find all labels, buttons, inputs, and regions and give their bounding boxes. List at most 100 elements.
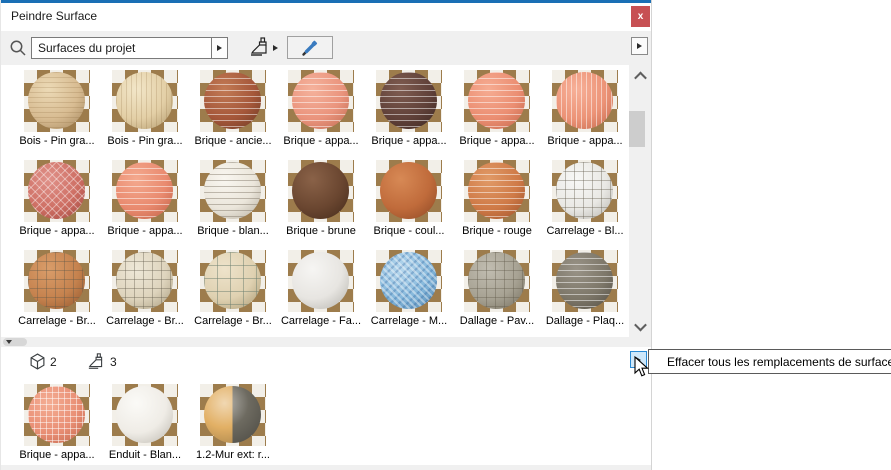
surface-item[interactable]: Brique - ancie... <box>189 70 277 147</box>
surface-item[interactable]: Brique - brune <box>277 160 365 237</box>
surface-label: Brique - appa... <box>107 225 183 237</box>
right-triangle-icon <box>637 43 642 49</box>
material-sphere <box>204 72 261 129</box>
surface-label: Brique - appa... <box>371 135 447 147</box>
surface-item[interactable]: Carrelage - Br... <box>101 250 189 327</box>
model-surfaces-count: 2 <box>50 354 57 369</box>
surface-label: Bois - Pin gra... <box>19 135 95 147</box>
surface-item[interactable]: Bois - Pin gra... <box>101 70 189 147</box>
search-icon <box>9 39 27 62</box>
surface-label: Carrelage - Br... <box>18 315 96 327</box>
surface-thumbnail[interactable] <box>464 160 530 222</box>
eyedropper-button[interactable] <box>287 36 333 59</box>
surface-item[interactable]: Dallage - Plaq... <box>541 250 629 327</box>
right-triangle-icon <box>217 45 222 51</box>
surface-item[interactable]: Bois - Pin gra... <box>13 70 101 147</box>
surface-catalog-list: Bois - Pin gra... Bois - Pin gra... Briq… <box>1 65 651 337</box>
surface-thumbnail[interactable] <box>112 160 178 222</box>
surface-thumbnail[interactable] <box>200 384 266 446</box>
surface-thumbnail[interactable] <box>112 70 178 132</box>
surface-thumbnail[interactable] <box>464 250 530 312</box>
surface-item[interactable]: Brique - appa... <box>101 160 189 237</box>
surface-item[interactable]: 1.2-Mur ext: r... <box>189 384 277 461</box>
screen: Peindre Surface x Surfaces du projet Boi… <box>0 0 891 470</box>
surface-item[interactable]: Carrelage - Br... <box>13 250 101 327</box>
surface-item[interactable]: Carrelage - Br... <box>189 250 277 327</box>
surface-thumbnail[interactable] <box>112 250 178 312</box>
splitter-handle[interactable] <box>3 338 27 346</box>
surface-thumbnail[interactable] <box>24 70 90 132</box>
material-sphere <box>380 162 437 219</box>
surface-thumbnail[interactable] <box>24 384 90 446</box>
vertical-scrollbar[interactable] <box>629 65 651 337</box>
surface-item[interactable]: Brique - appa... <box>13 160 101 237</box>
surface-item[interactable]: Dallage - Pav... <box>453 250 541 327</box>
material-sphere <box>556 252 613 309</box>
peindre-surface-dialog: Peindre Surface x Surfaces du projet Boi… <box>0 0 652 470</box>
dialog-title: Peindre Surface <box>11 9 98 23</box>
surface-thumbnail[interactable] <box>552 250 618 312</box>
surface-label: Carrelage - Br... <box>194 315 272 327</box>
surface-thumbnail[interactable] <box>200 160 266 222</box>
surface-item[interactable]: Brique - blan... <box>189 160 277 237</box>
scroll-up-button[interactable] <box>629 67 651 85</box>
surface-item[interactable]: Brique - appa... <box>365 70 453 147</box>
used-surfaces-grid: Brique - appa... Enduit - Blan... 1.2-Mu… <box>1 377 651 461</box>
surface-thumbnail[interactable] <box>376 70 442 132</box>
material-sphere <box>204 252 261 309</box>
surface-label: 1.2-Mur ext: r... <box>196 449 270 461</box>
toolbar-expand-button[interactable] <box>631 37 648 55</box>
cube-icon <box>30 353 45 370</box>
surface-item[interactable]: Brique - appa... <box>541 70 629 147</box>
close-button[interactable]: x <box>631 6 650 27</box>
surface-label: Brique - appa... <box>547 135 623 147</box>
surface-thumbnail[interactable] <box>464 70 530 132</box>
paintbrush-icon[interactable] <box>249 37 271 62</box>
material-sphere <box>116 386 173 443</box>
surface-item[interactable]: Carrelage - Fa... <box>277 250 365 327</box>
surface-thumbnail[interactable] <box>24 250 90 312</box>
surface-thumbnail[interactable] <box>552 70 618 132</box>
surface-item[interactable]: Brique - appa... <box>277 70 365 147</box>
material-sphere <box>468 72 525 129</box>
painted-surfaces-count: 3 <box>110 354 117 369</box>
surface-item[interactable]: Brique - rouge <box>453 160 541 237</box>
surface-grid: Bois - Pin gra... Bois - Pin gra... Briq… <box>1 65 651 327</box>
surface-label: Dallage - Pav... <box>459 315 535 327</box>
surface-item[interactable]: Enduit - Blan... <box>101 384 189 461</box>
surface-thumbnail[interactable] <box>288 160 354 222</box>
tooltip: Effacer tous les remplacements de surfac… <box>648 349 891 374</box>
surface-item[interactable]: Brique - coul... <box>365 160 453 237</box>
material-sphere <box>292 162 349 219</box>
surface-item[interactable]: Brique - appa... <box>453 70 541 147</box>
surface-item[interactable]: Brique - appa... <box>13 384 101 461</box>
surface-item[interactable]: Carrelage - Bl... <box>541 160 629 237</box>
search-dropdown-button[interactable] <box>211 37 228 59</box>
material-sphere <box>28 386 85 443</box>
panel-splitter[interactable] <box>1 337 651 347</box>
material-sphere <box>204 162 261 219</box>
surface-label: Brique - ancie... <box>194 135 272 147</box>
surface-thumbnail[interactable] <box>112 384 178 446</box>
surface-thumbnail[interactable] <box>200 250 266 312</box>
search-input[interactable] <box>31 37 211 59</box>
surface-thumbnail[interactable] <box>24 160 90 222</box>
scroll-down-button[interactable] <box>629 317 651 335</box>
surface-item[interactable]: Carrelage - M... <box>365 250 453 327</box>
surface-thumbnail[interactable] <box>200 70 266 132</box>
used-surfaces-list: Brique - appa... Enduit - Blan... 1.2-Mu… <box>1 377 651 465</box>
surface-thumbnail[interactable] <box>288 250 354 312</box>
surface-thumbnail[interactable] <box>552 160 618 222</box>
surface-label: Carrelage - Bl... <box>546 225 624 237</box>
surface-thumbnail[interactable] <box>288 70 354 132</box>
material-sphere <box>468 162 525 219</box>
surface-thumbnail[interactable] <box>376 160 442 222</box>
material-sphere <box>556 162 613 219</box>
surface-label: Carrelage - Fa... <box>280 315 362 327</box>
surface-thumbnail[interactable] <box>376 250 442 312</box>
scrollbar-thumb[interactable] <box>629 111 645 147</box>
material-sphere <box>28 72 85 129</box>
material-sphere <box>292 72 349 129</box>
material-sphere <box>468 252 525 309</box>
brush-menu-arrow-icon[interactable] <box>273 45 278 51</box>
